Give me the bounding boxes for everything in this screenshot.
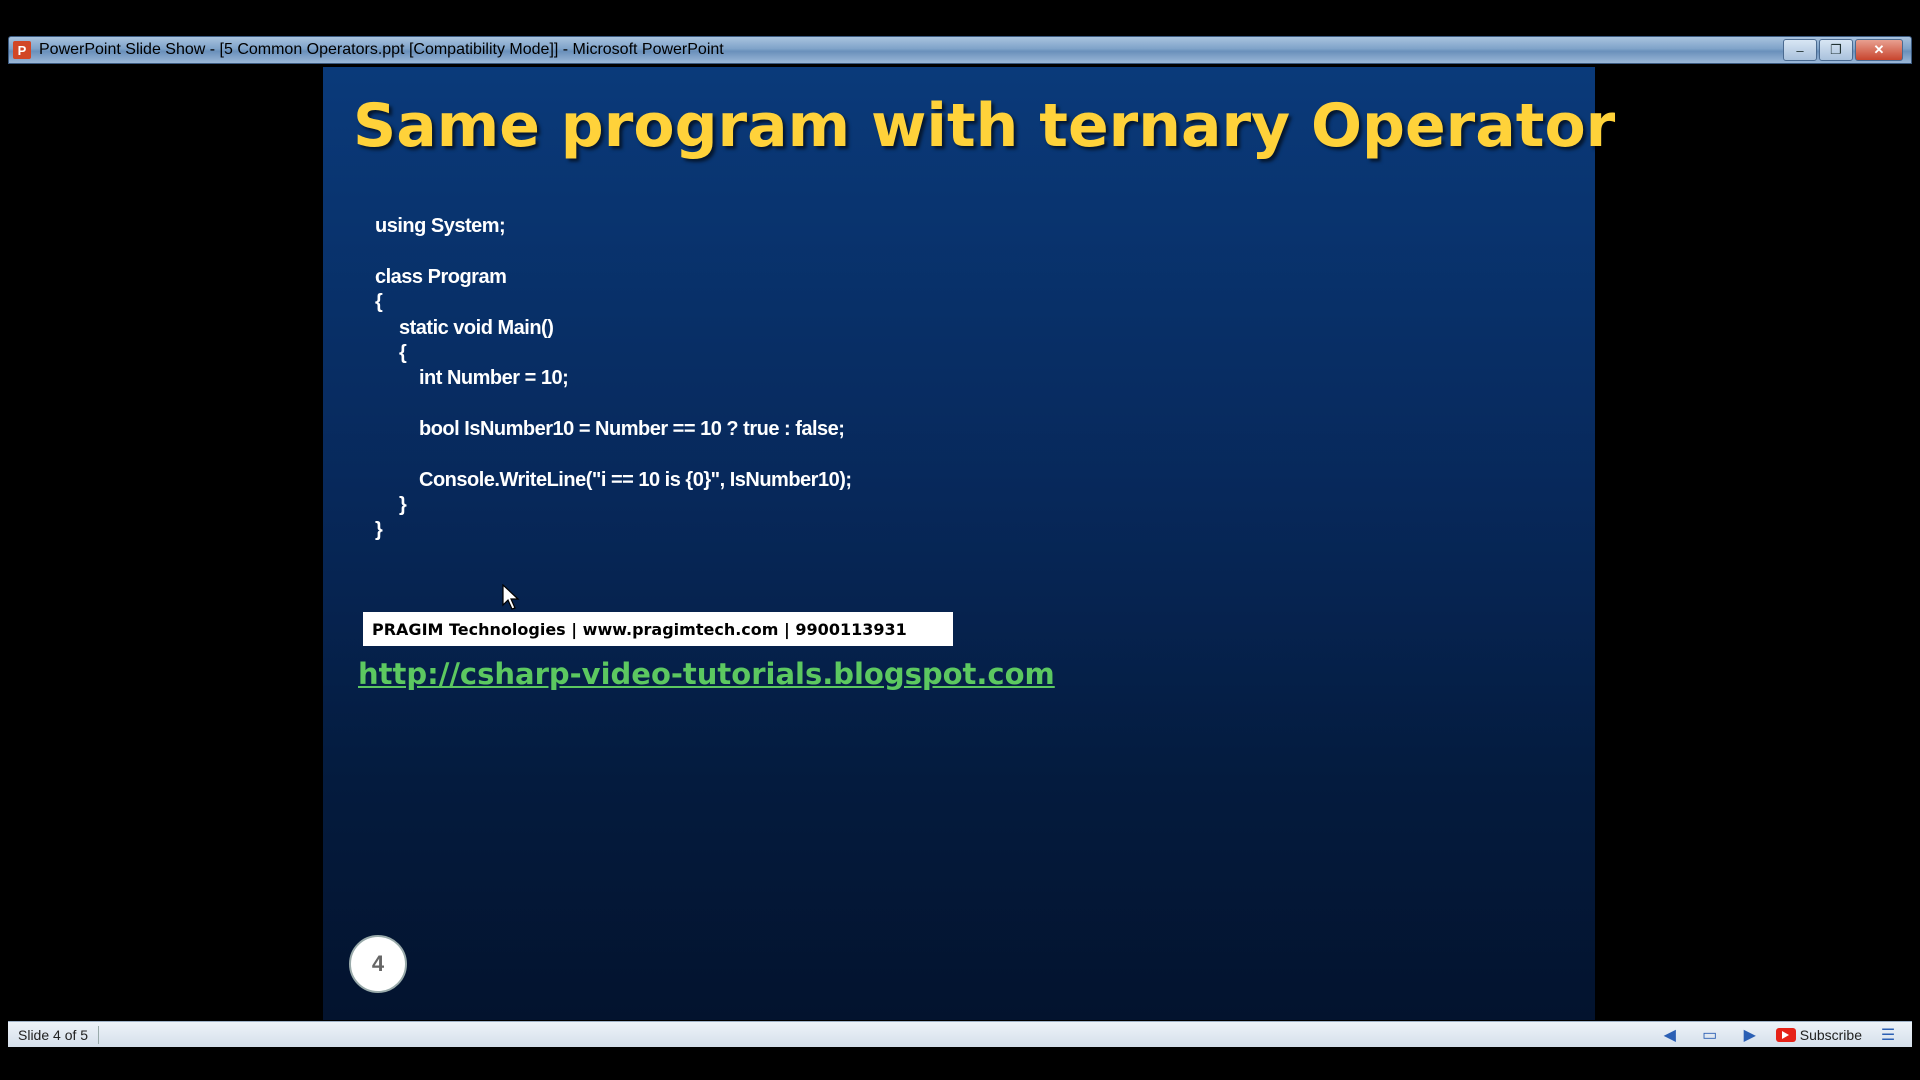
- slide-number-badge: 4: [349, 935, 407, 993]
- slide-canvas[interactable]: Same program with ternary Operator using…: [323, 67, 1615, 1020]
- restore-button[interactable]: ❐: [1819, 39, 1853, 61]
- code-line: using System;: [375, 215, 506, 237]
- code-line: Console.WriteLine("i == 10 is {0}", IsNu…: [419, 469, 852, 491]
- minimize-button[interactable]: –: [1783, 39, 1817, 61]
- close-button[interactable]: ✕: [1855, 39, 1903, 61]
- status-bar: Slide 4 of 5 ◀ ▭ ▶ Subscribe ☰: [8, 1021, 1912, 1047]
- window-title: PowerPoint Slide Show - [5 Common Operat…: [39, 41, 724, 58]
- code-line: {: [399, 342, 407, 364]
- code-line: }: [399, 494, 407, 516]
- subscribe-label: Subscribe: [1799, 1027, 1862, 1043]
- code-line: class Program: [375, 266, 507, 288]
- slide-title: Same program with ternary Operator: [353, 91, 1616, 161]
- powerpoint-app-icon[interactable]: P: [13, 41, 31, 59]
- slideshow-nav-controls: ◀ ▭ ▶ Subscribe ☰: [1656, 1025, 1902, 1045]
- slide-menu-icon[interactable]: ▭: [1696, 1025, 1724, 1045]
- youtube-logo-icon: [1775, 1028, 1796, 1042]
- code-line: }: [375, 519, 383, 541]
- next-slide-icon[interactable]: ▶: [1736, 1025, 1764, 1045]
- slide-indicator: Slide 4 of 5: [8, 1025, 100, 1044]
- window-controls: – ❐ ✕: [1783, 39, 1903, 61]
- code-line: int Number = 10;: [419, 367, 569, 389]
- previous-slide-icon[interactable]: ◀: [1656, 1025, 1684, 1045]
- code-line: {: [375, 291, 383, 313]
- subscribe-button[interactable]: Subscribe: [1775, 1027, 1862, 1043]
- options-icon[interactable]: ☰: [1874, 1025, 1902, 1045]
- code-line: bool IsNumber10 = Number == 10 ? true : …: [419, 418, 845, 440]
- mouse-cursor-icon: [502, 584, 520, 610]
- code-line: static void Main(): [399, 317, 554, 339]
- blog-link[interactable]: http://csharp-video-tutorials.blogspot.c…: [358, 657, 1055, 691]
- window-title-bar[interactable]: P PowerPoint Slide Show - [5 Common Oper…: [8, 36, 1912, 64]
- company-banner: PRAGIM Technologies | www.pragimtech.com…: [363, 612, 953, 646]
